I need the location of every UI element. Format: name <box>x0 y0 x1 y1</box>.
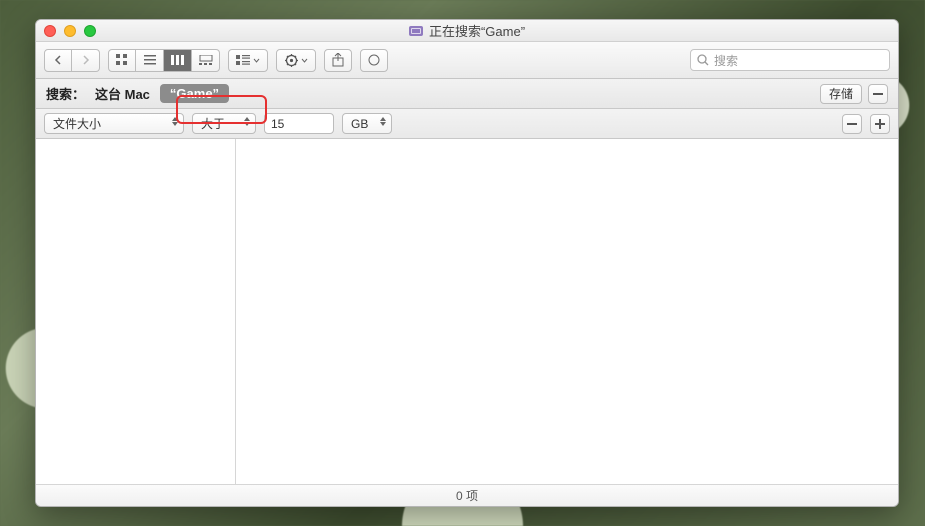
window-title-text: 正在搜索“Game” <box>429 21 525 40</box>
criteria-value-text: 15 <box>271 117 284 131</box>
results-sidebar-column[interactable] <box>36 139 236 484</box>
share-icon <box>332 53 344 67</box>
search-icon <box>697 54 709 66</box>
scope-label: 搜索： <box>46 84 85 103</box>
search-criteria-row: 文件大小 大于 15 GB <box>36 109 898 139</box>
traffic-lights <box>44 25 96 37</box>
status-bar: 0 项 <box>36 484 898 506</box>
list-icon <box>144 55 156 65</box>
chevron-right-icon <box>81 55 90 65</box>
grid-icon <box>116 54 128 66</box>
content-area <box>36 139 898 484</box>
plus-icon <box>875 119 885 129</box>
search-input[interactable]: 搜索 <box>690 49 890 71</box>
criteria-attribute-value: 文件大小 <box>53 115 101 132</box>
criteria-attribute-select[interactable]: 文件大小 <box>44 113 184 134</box>
search-placeholder: 搜索 <box>714 52 738 69</box>
columns-icon <box>171 55 185 65</box>
maximize-button[interactable] <box>84 25 96 37</box>
gallery-view-button[interactable] <box>192 49 220 72</box>
gear-icon <box>285 54 298 67</box>
scope-bar: 搜索： 这台 Mac “Game” 存储 <box>36 79 898 109</box>
action-button[interactable] <box>276 49 316 72</box>
finder-window: 正在搜索“Game” <box>35 19 899 507</box>
group-icon <box>236 55 250 65</box>
remove-criteria-button[interactable] <box>842 114 862 134</box>
chevron-left-icon <box>54 55 63 65</box>
tags-button[interactable] <box>360 49 388 72</box>
criteria-operator-value: 大于 <box>201 115 225 132</box>
scope-current-folder[interactable]: “Game” <box>160 84 229 103</box>
gallery-icon <box>199 55 213 65</box>
criteria-operator-select[interactable]: 大于 <box>192 113 256 134</box>
criteria-unit-value: GB <box>351 117 368 131</box>
minimize-button[interactable] <box>64 25 76 37</box>
toolbar: 搜索 <box>36 42 898 79</box>
close-button[interactable] <box>44 25 56 37</box>
minus-icon <box>873 93 883 95</box>
list-view-button[interactable] <box>136 49 164 72</box>
remove-scope-button[interactable] <box>868 84 888 104</box>
scope-this-mac[interactable]: 这台 Mac <box>95 84 150 103</box>
smart-folder-icon <box>409 26 423 36</box>
add-criteria-button[interactable] <box>870 114 890 134</box>
criteria-unit-select[interactable]: GB <box>342 113 392 134</box>
criteria-value-input[interactable]: 15 <box>264 113 334 134</box>
forward-button[interactable] <box>72 49 100 72</box>
group-by-button[interactable] <box>228 49 268 72</box>
item-count: 0 项 <box>456 487 478 504</box>
titlebar: 正在搜索“Game” <box>36 20 898 42</box>
tag-icon <box>367 54 381 66</box>
back-button[interactable] <box>44 49 72 72</box>
nav-buttons <box>44 49 100 72</box>
save-search-button[interactable]: 存储 <box>820 84 862 104</box>
icon-view-button[interactable] <box>108 49 136 72</box>
column-view-button[interactable] <box>164 49 192 72</box>
view-buttons <box>108 49 220 72</box>
chevron-down-icon <box>301 58 308 63</box>
share-button[interactable] <box>324 49 352 72</box>
minus-icon <box>847 123 857 125</box>
chevron-down-icon <box>253 58 260 63</box>
window-title: 正在搜索“Game” <box>96 21 838 40</box>
results-preview-column[interactable] <box>236 139 898 484</box>
